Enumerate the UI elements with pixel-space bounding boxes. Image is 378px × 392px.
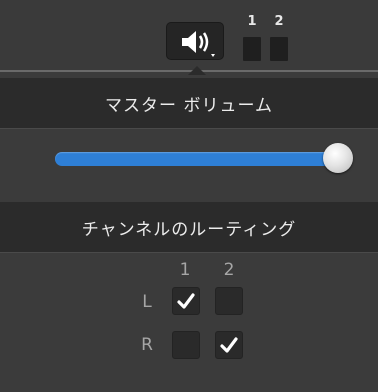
divider: [0, 128, 378, 129]
routing-row-label-l: L: [142, 292, 152, 312]
routing-checkbox-l-1[interactable]: [172, 287, 200, 315]
master-volume-slider-thumb[interactable]: [323, 143, 353, 173]
routing-checkbox-r-2[interactable]: [215, 331, 243, 359]
level-meter-1: [243, 37, 261, 61]
routing-checkbox-l-2[interactable]: [215, 287, 243, 315]
level-meter-2: [270, 37, 288, 61]
checkmark-icon: [220, 337, 238, 353]
routing-row-label-r: R: [141, 335, 153, 355]
popover-arrow: [188, 66, 206, 75]
routing-header: チャンネルのルーティング: [0, 202, 378, 252]
routing-column-2: 2: [223, 260, 235, 280]
speaker-button[interactable]: [166, 22, 224, 60]
divider: [0, 252, 378, 253]
speaker-volume-icon: [182, 31, 215, 57]
meter-label-2: 2: [274, 14, 284, 29]
master-volume-slider-track[interactable]: [55, 152, 340, 166]
checkmark-icon: [177, 293, 195, 309]
routing-title: チャンネルのルーティング: [81, 219, 297, 240]
meter-label-1: 1: [247, 14, 257, 29]
master-volume-header: マスター ボリューム: [0, 78, 378, 128]
routing-checkbox-r-1[interactable]: [172, 331, 200, 359]
master-volume-title: マスター ボリューム: [105, 95, 273, 116]
routing-column-1: 1: [179, 260, 191, 280]
